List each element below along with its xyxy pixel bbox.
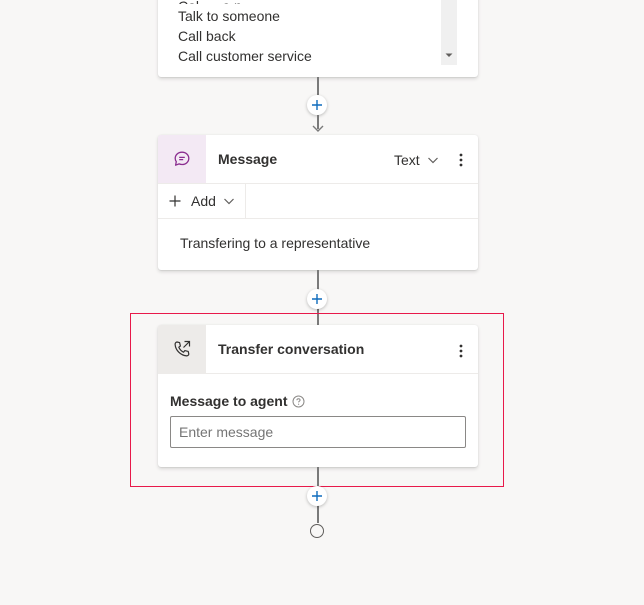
option-item[interactable]: Call back	[178, 26, 236, 46]
option-item[interactable]: Call customer service	[178, 46, 312, 66]
add-node-button[interactable]	[307, 289, 327, 309]
chat-bubble-icon	[174, 151, 190, 166]
transfer-node-more-button[interactable]	[453, 339, 469, 363]
plus-icon	[312, 100, 322, 110]
options-list[interactable]: Cal.. .. o.n. Talk to someone Call back …	[158, 0, 458, 77]
arrow-down-icon	[312, 125, 324, 132]
plus-icon	[169, 195, 181, 207]
chevron-down-icon	[427, 157, 438, 164]
plus-icon	[312, 491, 322, 501]
chevron-down-icon	[223, 198, 234, 205]
message-node-card: Message Text Add Transfering to a repres…	[158, 135, 478, 270]
transfer-node-title: Transfer conversation	[218, 341, 365, 357]
add-content-label: Add	[191, 193, 216, 209]
message-to-agent-input[interactable]	[170, 416, 466, 448]
divider	[245, 184, 246, 218]
message-to-agent-label: Message to agent	[170, 393, 288, 409]
message-type-label: Text	[394, 152, 420, 168]
more-vertical-icon	[459, 344, 463, 358]
scroll-down-icon[interactable]	[441, 47, 457, 63]
message-node-title: Message	[218, 151, 278, 167]
message-node-icon-box	[158, 135, 206, 183]
message-node-more-button[interactable]	[453, 148, 469, 172]
message-type-dropdown[interactable]: Text	[394, 150, 440, 170]
end-node-icon	[310, 524, 324, 538]
divider	[158, 218, 478, 219]
add-node-button[interactable]	[307, 95, 327, 115]
add-content-button[interactable]: Add	[158, 184, 245, 218]
option-item[interactable]: Cal.. .. o.n.	[178, 0, 246, 4]
connector-line	[317, 77, 319, 95]
message-text[interactable]: Transfering to a representative	[180, 235, 370, 251]
option-item[interactable]: Talk to someone	[178, 6, 280, 26]
question-node-card: Cal.. .. o.n. Talk to someone Call back …	[158, 0, 478, 77]
more-vertical-icon	[459, 153, 463, 167]
options-scrollbar[interactable]	[441, 0, 457, 65]
phone-transfer-icon	[174, 340, 191, 357]
help-icon[interactable]	[292, 395, 305, 408]
transfer-node-card: Transfer conversation Message to agent	[158, 325, 478, 467]
add-node-button[interactable]	[307, 486, 327, 506]
field-label-row: Message to agent	[170, 393, 305, 409]
transfer-node-icon-box	[158, 325, 206, 373]
plus-icon	[312, 294, 322, 304]
divider	[158, 373, 478, 374]
